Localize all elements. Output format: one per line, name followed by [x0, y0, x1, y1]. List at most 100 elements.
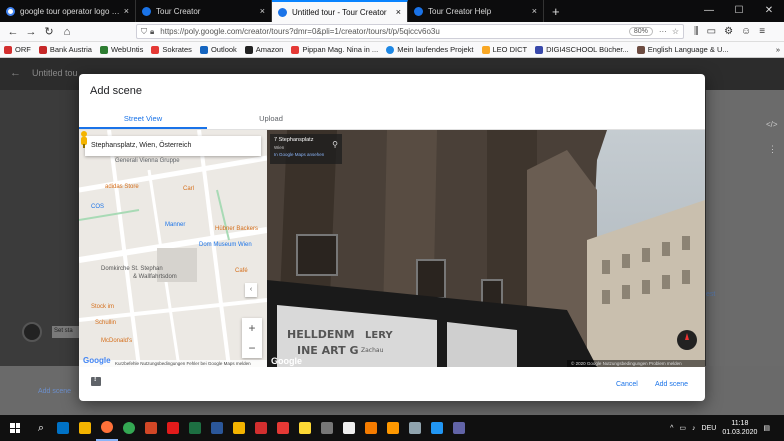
close-tab-icon[interactable]: × [124, 6, 129, 16]
wordpad-icon[interactable] [338, 415, 360, 441]
bookmark-orf[interactable]: ORF [4, 45, 31, 54]
paint-icon[interactable] [382, 415, 404, 441]
zoom-level[interactable]: 80% [628, 27, 653, 36]
new-tab-icon[interactable]: + [544, 0, 568, 22]
tab-upload[interactable]: Upload [207, 110, 335, 129]
library-icon[interactable]: ⫼ [694, 26, 699, 37]
pegman-icon[interactable] [79, 130, 89, 148]
tab-tour-creator[interactable]: Tour Creator × [136, 0, 272, 22]
menu-icon[interactable]: ≡ [759, 26, 765, 37]
collapse-map-icon[interactable]: ‹ [245, 283, 257, 297]
code-icon[interactable]: </> [766, 120, 778, 129]
home-icon[interactable]: ⌂ [58, 26, 76, 38]
close-window-icon[interactable]: ✕ [754, 0, 784, 22]
chevron-up-icon[interactable]: ^ [670, 425, 673, 432]
clock[interactable]: 11:18 01.03.2020 [722, 419, 757, 437]
volume-icon[interactable]: ♪ [692, 425, 696, 432]
location-search-input[interactable]: Stephansplatz, Wien, Österreich [85, 136, 261, 156]
sidebar-icon[interactable]: ▭ [707, 26, 716, 37]
outlook-icon[interactable] [52, 415, 74, 441]
add-scene-button[interactable]: Add scene [655, 381, 688, 388]
close-tab-icon[interactable]: × [532, 6, 537, 16]
tab-untitled-tour[interactable]: Untitled tour - Tour Creator × [272, 0, 408, 22]
url-text[interactable]: https://poly.google.com/creator/tours?dm… [160, 27, 629, 36]
sv-address: 7 Stephansplatz [274, 137, 314, 143]
notes-icon[interactable] [294, 415, 316, 441]
add-scene-link[interactable]: Add scene [38, 388, 71, 395]
feedback-icon[interactable] [91, 376, 101, 386]
tab-street-view[interactable]: Street View [79, 110, 207, 129]
tab-tour-creator-help[interactable]: Tour Creator Help × [408, 0, 544, 22]
minimize-icon[interactable]: — [694, 0, 724, 22]
amazon-icon [244, 45, 253, 54]
windows-taskbar: ⌕ ^ ▭ ♪ DEU 11:18 01.03.2020 ▤ [0, 415, 784, 441]
zoom-out-icon[interactable]: − [242, 338, 262, 358]
compass-icon[interactable] [677, 330, 697, 350]
swiss-icon[interactable] [250, 415, 272, 441]
lock-icon[interactable]: 🔒︎ [150, 27, 154, 37]
more-icon[interactable]: ··· [659, 27, 667, 36]
map-label: McDonald's [101, 338, 133, 344]
file-explorer-icon[interactable] [74, 415, 96, 441]
notification-icon[interactable]: ▤ [763, 424, 770, 432]
bookmark-sokrates[interactable]: Sokrates [151, 45, 192, 54]
cancel-button[interactable]: Cancel [616, 381, 638, 388]
back-arrow-icon[interactable]: ← [4, 26, 22, 38]
webuntis-icon [99, 45, 108, 54]
zoom-in-icon[interactable]: + [242, 318, 262, 338]
sv-maps-link[interactable]: In Google Maps ansehen [274, 152, 338, 157]
search-icon[interactable]: ⌕ [30, 415, 52, 441]
close-tab-icon[interactable]: × [396, 7, 401, 17]
bookmark-english[interactable]: English Language & U... [636, 45, 729, 54]
shield-icon[interactable]: ⛉ [141, 27, 147, 37]
close-tab-icon[interactable]: × [260, 6, 265, 16]
tab-google-search[interactable]: google tour operator logo - Go × [0, 0, 136, 22]
bookmark-digi4school[interactable]: DIGI4SCHOOL Bücher... [535, 45, 629, 54]
back-arrow-icon[interactable]: ← [10, 67, 21, 79]
firefox-icon[interactable] [96, 415, 118, 441]
map-panel[interactable]: Stephansplatz, Wien, Österreich Generali… [79, 130, 267, 367]
forward-arrow-icon[interactable]: → [22, 26, 40, 38]
street-view-panel[interactable]: 7 Stephansplatz Wien In Google Maps anse… [267, 130, 705, 367]
bookmarks-overflow-icon[interactable]: » [776, 45, 780, 54]
bookmark-star-icon[interactable]: ☆ [672, 27, 679, 36]
tool-icon[interactable] [404, 415, 426, 441]
calculator-icon[interactable] [316, 415, 338, 441]
bookmark-projekt[interactable]: Mein laufendes Projekt [386, 45, 474, 54]
map-label: Carl [183, 186, 195, 192]
shop-sign-text: LERY [365, 330, 393, 341]
bookmark-outlook[interactable]: Outlook [199, 45, 237, 54]
tour-creator-favicon-icon [142, 6, 151, 16]
maximize-icon[interactable]: ☐ [724, 0, 754, 22]
reload-icon[interactable]: ↻ [40, 25, 58, 38]
kahoot-icon[interactable] [360, 415, 382, 441]
account-icon[interactable]: ☺ [741, 26, 751, 37]
tour-creator-favicon-icon [278, 7, 287, 17]
set-start-button[interactable]: Set sta [52, 326, 80, 338]
windows-start-icon[interactable] [0, 415, 30, 441]
bookmark-leo[interactable]: LEO DICT [481, 45, 527, 54]
start-point-icon[interactable] [22, 322, 42, 342]
media-icon[interactable] [228, 415, 250, 441]
chrome-icon[interactable] [118, 415, 140, 441]
url-bar[interactable]: ⛉ 🔒︎ https://poly.google.com/creator/tou… [136, 24, 684, 39]
sync-icon[interactable]: ⚙ [724, 26, 733, 37]
excel-icon[interactable] [184, 415, 206, 441]
google-logo: Google [271, 356, 302, 366]
powerpoint-icon[interactable] [140, 415, 162, 441]
teams-icon[interactable] [448, 415, 470, 441]
language-indicator[interactable]: DEU [702, 425, 717, 432]
word-icon[interactable] [206, 415, 228, 441]
clock-date: 01.03.2020 [722, 429, 758, 436]
map-label: & Wallfahrtsdom [133, 274, 177, 280]
bookmark-pippan[interactable]: Pippan Mag. Nina in ... [291, 45, 378, 54]
network-tray-icon[interactable]: ▭ [679, 424, 686, 432]
acrobat-icon[interactable] [162, 415, 184, 441]
kebab-menu-icon[interactable]: ⋮ [768, 144, 777, 155]
bookmark-bank-austria[interactable]: Bank Austria [38, 45, 92, 54]
tab-title: Untitled tour - Tour Creator [292, 7, 387, 17]
network-icon[interactable] [426, 415, 448, 441]
gallery-icon[interactable] [272, 415, 294, 441]
bookmark-amazon[interactable]: Amazon [244, 45, 283, 54]
bookmark-webuntis[interactable]: WebUntis [99, 45, 143, 54]
